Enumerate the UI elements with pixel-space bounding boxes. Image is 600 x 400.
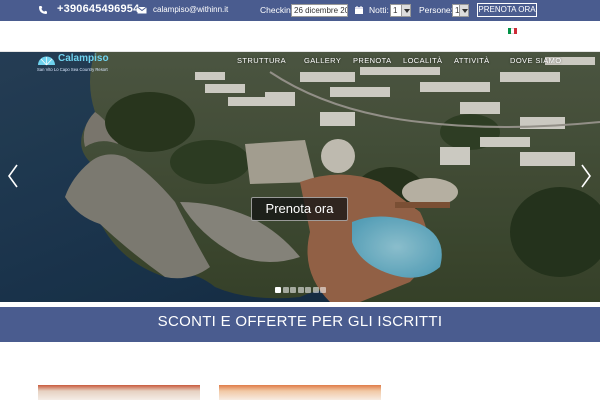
offer-card-1-image[interactable] bbox=[38, 385, 200, 400]
offers-banner: SCONTI E OFFERTE PER GLI ISCRITTI bbox=[0, 307, 600, 342]
book-now-cta-button[interactable]: Prenota ora bbox=[251, 197, 348, 221]
top-bar: +390645496954 calampiso@withinn.it Check… bbox=[0, 0, 600, 21]
slide-dot[interactable] bbox=[290, 287, 296, 293]
notti-label: Notti: bbox=[369, 5, 389, 15]
persone-label: Persone: bbox=[419, 5, 454, 15]
checkin-date-input[interactable]: 26 dicembre 20 bbox=[291, 4, 348, 17]
notti-value: 1 bbox=[393, 6, 398, 15]
phone-icon bbox=[39, 6, 47, 14]
header-row bbox=[0, 21, 600, 52]
calampiso-logo[interactable]: Calampiso San Vito Lo Capo Sea Country R… bbox=[37, 53, 117, 75]
hero-image bbox=[0, 52, 600, 302]
nav-item-gallery[interactable]: GALLERY bbox=[304, 56, 341, 65]
slide-dot[interactable] bbox=[312, 287, 319, 293]
nav-item-prenota[interactable]: PRENOTA bbox=[353, 56, 392, 65]
calendar-icon[interactable] bbox=[354, 5, 364, 15]
hero-slider: Calampiso San Vito Lo Capo Sea Country R… bbox=[0, 52, 600, 302]
chevron-down-icon bbox=[401, 5, 410, 16]
chevron-right-icon[interactable] bbox=[580, 163, 592, 189]
slide-dot[interactable] bbox=[282, 287, 289, 293]
slide-dot[interactable] bbox=[320, 287, 326, 293]
nav-item-localita[interactable]: LOCALITÀ bbox=[403, 56, 442, 65]
offer-card-2-image[interactable] bbox=[219, 385, 381, 400]
chevron-left-icon[interactable] bbox=[7, 163, 19, 189]
email-link[interactable]: calampiso@withinn.it bbox=[153, 5, 228, 14]
flag-stripe-red bbox=[514, 28, 517, 34]
logo-name: Calampiso bbox=[58, 53, 109, 64]
chevron-down-icon bbox=[459, 5, 468, 16]
checkin-label: Checkin: bbox=[260, 5, 294, 15]
sun-logo-icon bbox=[38, 56, 55, 66]
nav-item-struttura[interactable]: STRUTTURA bbox=[237, 56, 286, 65]
logo-tagline: San Vito Lo Capo Sea Country Resort bbox=[37, 67, 108, 72]
persone-select[interactable]: 1 bbox=[452, 4, 469, 17]
mail-icon bbox=[137, 6, 147, 14]
nav-item-dove-siamo[interactable]: DOVE SIAMO bbox=[510, 56, 562, 65]
slide-dot[interactable] bbox=[275, 287, 281, 293]
slide-dot[interactable] bbox=[305, 287, 311, 293]
slide-dot[interactable] bbox=[297, 287, 304, 293]
nav-item-attivita[interactable]: ATTIVITÀ bbox=[454, 56, 490, 65]
notti-select[interactable]: 1 bbox=[390, 4, 411, 17]
offers-banner-title: SCONTI E OFFERTE PER GLI ISCRITTI bbox=[157, 313, 443, 330]
page: +390645496954 calampiso@withinn.it Check… bbox=[0, 0, 600, 400]
book-now-button[interactable]: PRENOTA ORA bbox=[477, 3, 537, 17]
italian-flag-icon[interactable] bbox=[508, 28, 517, 34]
phone-number[interactable]: +390645496954 bbox=[57, 3, 139, 15]
